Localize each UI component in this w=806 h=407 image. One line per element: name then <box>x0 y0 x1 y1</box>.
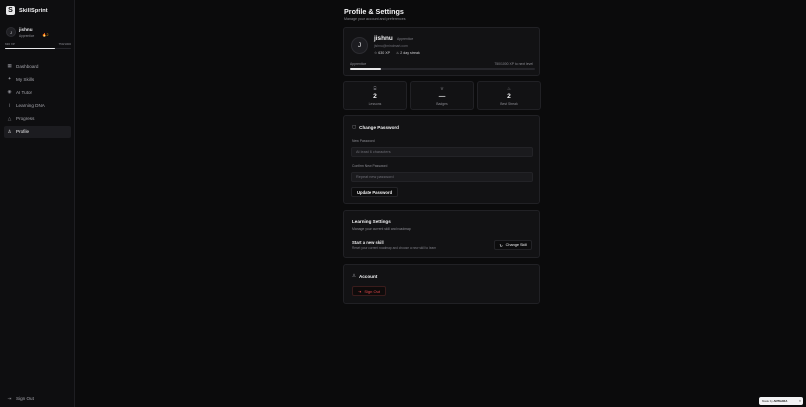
sidebar: S SkillSprint J jishnu Apprentice 🔥2 630… <box>0 0 75 407</box>
sidebar-item-label: My Skills <box>16 76 35 82</box>
account-heading: ♙ Account <box>352 273 377 279</box>
profile-xp-value: 630 XP <box>378 51 391 55</box>
profile-next-level: 750/1000 XP to next level <box>494 62 533 66</box>
change-skill-label: Change Skill <box>505 243 527 247</box>
profile-name: jishnu <box>374 35 393 42</box>
sidebar-item-ai-tutor[interactable]: ◉ AI Tutor <box>4 86 71 98</box>
profile-xp-bar <box>350 68 535 70</box>
stat-lessons: ⌸ 2 Lessons <box>343 81 407 110</box>
sidebar-item-profile[interactable]: ♙ Profile <box>4 125 71 138</box>
confirm-password-label: Confirm New Password <box>352 164 388 168</box>
account-card: ♙ Account ⇥ Sign Out <box>343 264 540 304</box>
avatar: J <box>6 27 16 37</box>
sidebar-user-card: J jishnu Apprentice 🔥2 630 XP 750/1000 <box>4 22 71 50</box>
sparkle-icon: ✦ <box>7 76 12 82</box>
account-title: Account <box>358 273 378 279</box>
learning-settings-subtitle: Manage your current skill and roadmap <box>352 227 411 231</box>
made-by-prefix: Made by <box>762 399 773 403</box>
page-title: Profile & Settings <box>344 7 404 16</box>
trend-icon: △ <box>7 115 12 121</box>
logout-icon: ⇥ <box>7 395 12 401</box>
star-icon: ☆ <box>374 51 378 55</box>
stat-label: Badges <box>436 102 448 106</box>
sidebar-item-dashboard[interactable]: ▦ Dashboard <box>4 60 71 72</box>
stat-label: Lessons <box>368 102 382 106</box>
lock-icon: ▢ <box>352 124 357 129</box>
user-icon: ♙ <box>352 273 356 278</box>
profile-avatar: J <box>351 37 368 54</box>
user-icon: ♙ <box>7 128 12 134</box>
sidebar-signout-button[interactable]: ⇥ Sign Out <box>7 395 34 402</box>
brand-logo-icon: S <box>6 6 15 15</box>
sidebar-item-progress[interactable]: △ Progress <box>4 113 71 125</box>
made-by-badge[interactable]: Made by ANTHARA × <box>759 397 803 405</box>
book-icon: ⌸ <box>373 86 377 91</box>
sidebar-xp: 630 XP <box>5 42 15 46</box>
flame-icon: ♨ <box>396 51 400 55</box>
stat-value: — <box>438 93 446 100</box>
sidebar-streak-badge: 🔥2 <box>42 33 49 37</box>
profile-streak-value: 2 day streak <box>400 51 420 55</box>
profile-email: jishnu@mindmart.com <box>374 44 408 48</box>
flame-icon: ♨ <box>507 86 511 91</box>
page-subtitle: Manage your account and preferences <box>344 17 406 21</box>
signout-label: Sign Out <box>364 288 380 294</box>
stat-badges: ♕ — Badges <box>410 81 474 110</box>
profile-streak: ♨ 2 day streak <box>396 51 420 55</box>
refresh-icon: ↻ <box>499 243 503 248</box>
sidebar-item-label: Profile <box>16 129 30 135</box>
new-skill-heading: Start a new skill <box>352 240 384 245</box>
sidebar-xp-bar <box>5 47 71 49</box>
brand-name: SkillSprint <box>19 7 48 14</box>
sidebar-item-label: Progress <box>16 116 35 122</box>
made-by-brand: ANTHARA <box>773 399 788 403</box>
sidebar-xp-max: 750/1000 <box>58 42 71 46</box>
confirm-password-input[interactable] <box>351 172 533 182</box>
signout-button[interactable]: ⇥ Sign Out <box>352 286 386 296</box>
update-password-button[interactable]: Update Password <box>351 187 399 197</box>
stat-value: 2 <box>507 93 511 100</box>
sidebar-item-learning-dna[interactable]: ⌇ Learning DNA <box>4 100 71 112</box>
learning-settings-card: Learning Settings Manage your current sk… <box>343 210 540 258</box>
sidebar-item-my-skills[interactable]: ✦ My Skills <box>4 73 71 85</box>
change-password-heading: ▢ Change Password <box>352 124 399 130</box>
change-password-title: Change Password <box>359 124 399 130</box>
brand[interactable]: S SkillSprint <box>6 6 48 15</box>
stat-best-streak: ♨ 2 Best Streak <box>477 81 541 110</box>
bot-icon: ◉ <box>7 89 12 95</box>
sidebar-item-label: AI Tutor <box>16 89 33 95</box>
sidebar-user-name: jishnu <box>19 27 33 32</box>
sidebar-nav: ▦ Dashboard ✦ My Skills ◉ AI Tutor ⌇ Learnin… <box>4 60 71 139</box>
profile-xp: ☆ 630 XP <box>374 51 390 55</box>
trophy-icon: ♕ <box>440 86 444 91</box>
sidebar-user-rank: Apprentice <box>19 34 35 38</box>
stat-value: 2 <box>373 93 377 100</box>
dna-icon: ⌇ <box>8 102 11 108</box>
change-password-card: ▢ Change Password New Password Confirm N… <box>343 115 540 204</box>
profile-xp-bar-fill <box>350 68 382 70</box>
sidebar-item-label: Dashboard <box>16 63 39 69</box>
made-by-text: Made by ANTHARA <box>759 399 787 403</box>
new-password-input[interactable] <box>351 147 533 157</box>
close-icon[interactable]: × <box>799 399 801 403</box>
new-skill-description: Reset your current roadmap and choose a … <box>352 246 437 250</box>
sidebar-xp-bar-fill <box>5 47 55 49</box>
sidebar-item-label: Learning DNA <box>16 103 45 109</box>
new-password-label: New Password <box>352 139 375 143</box>
learning-settings-title: Learning Settings <box>352 219 391 224</box>
grid-icon: ▦ <box>7 63 12 68</box>
sidebar-signout-label: Sign Out <box>16 396 34 401</box>
profile-card: J jishnu Apprentice jishnu@mindmart.com … <box>343 27 540 76</box>
profile-level-label: Apprentice <box>350 62 367 66</box>
change-skill-button[interactable]: ↻ Change Skill <box>494 240 532 250</box>
profile-rank: Apprentice <box>397 37 414 41</box>
logout-icon: ⇥ <box>358 288 362 294</box>
stat-label: Best Streak <box>500 102 518 106</box>
